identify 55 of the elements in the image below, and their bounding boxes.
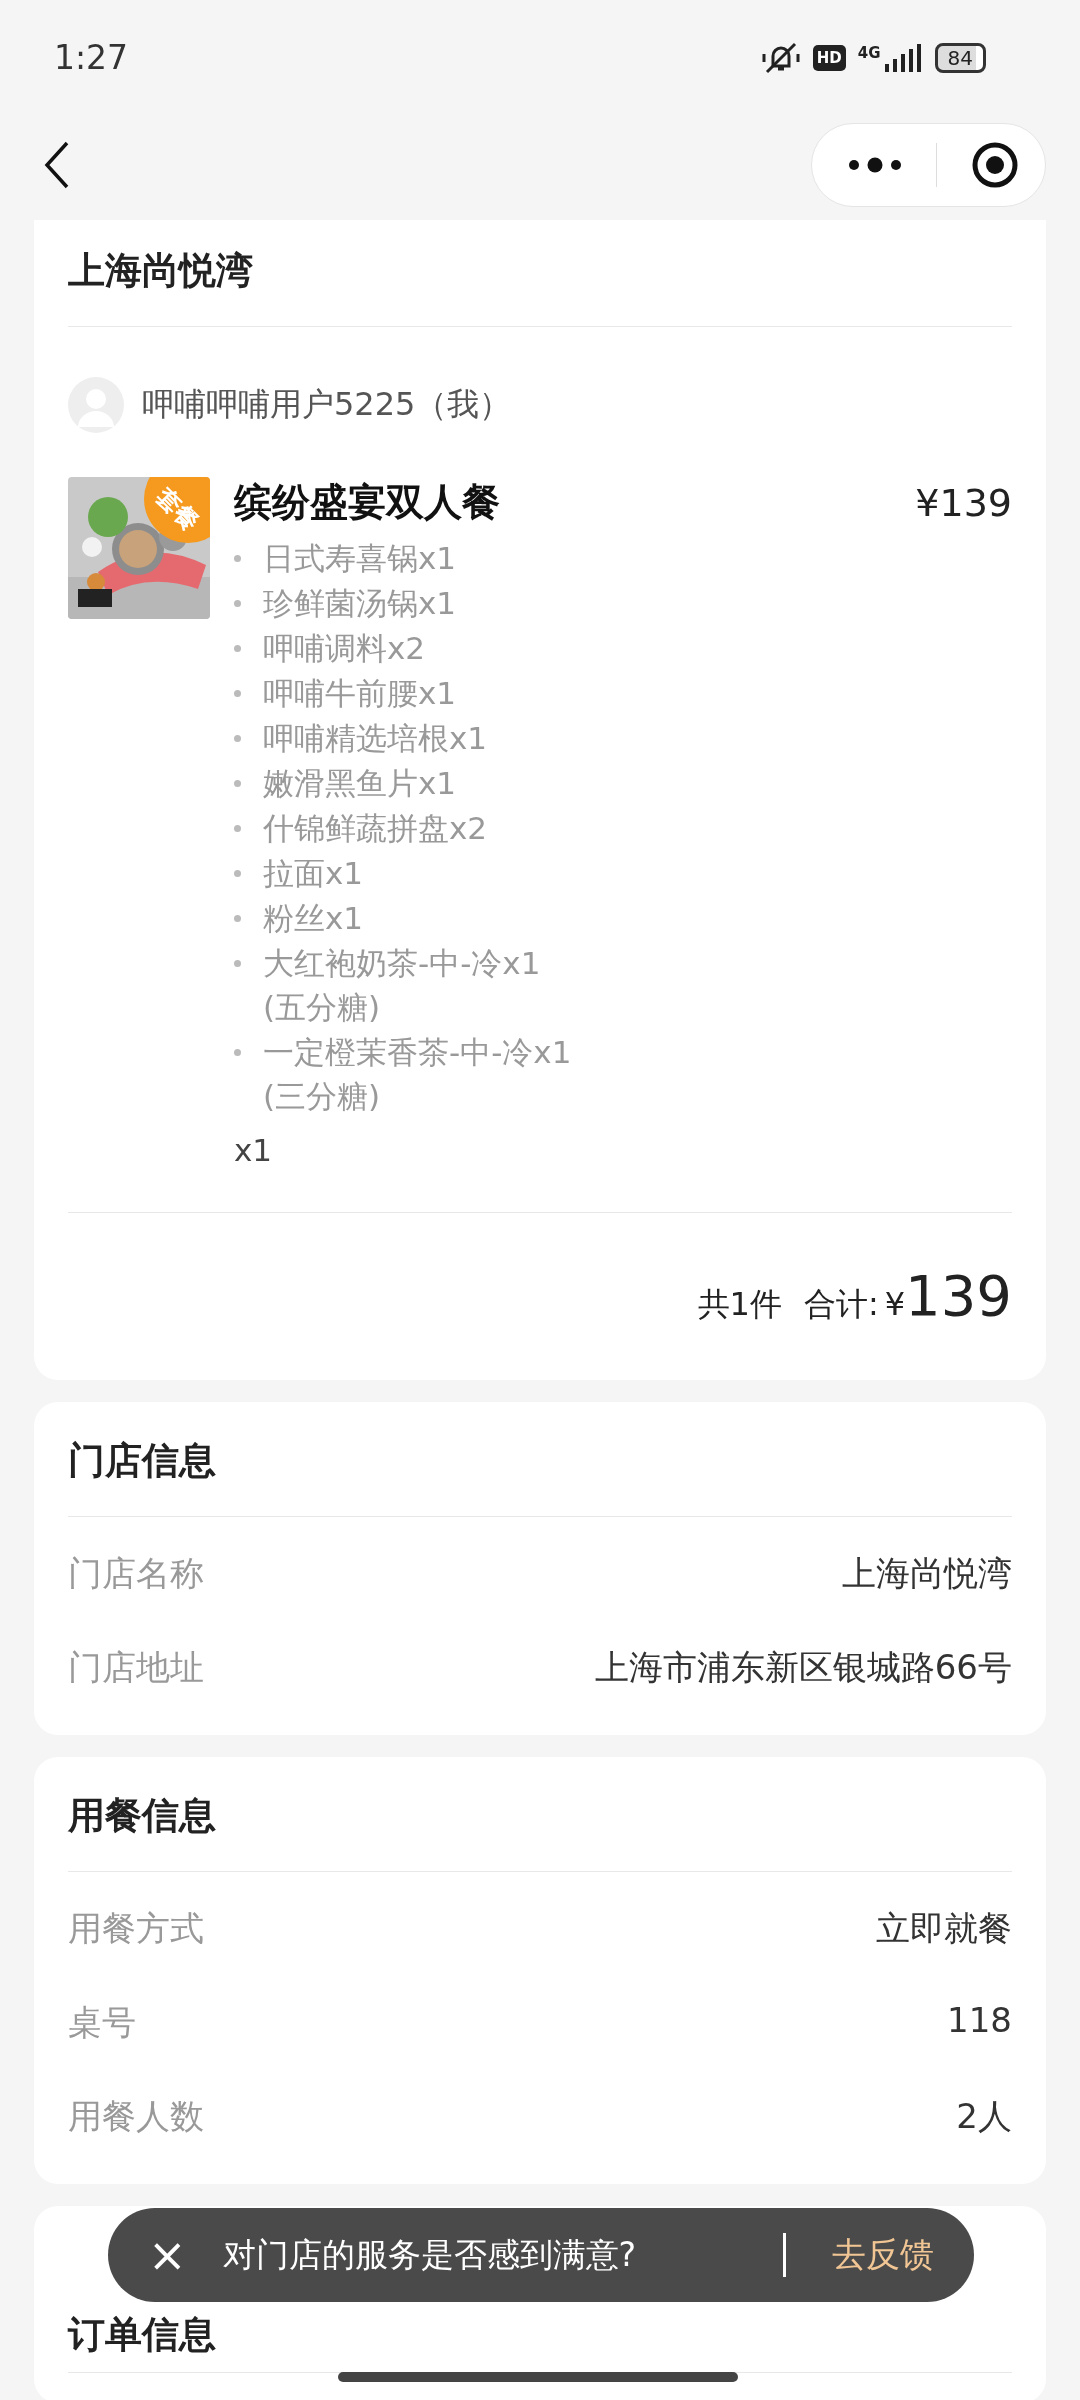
- bullet-icon: [234, 780, 241, 787]
- set-item: 珍鲜菌汤锅x1: [263, 584, 457, 623]
- bullet-icon: [234, 645, 241, 652]
- close-mini-program-icon[interactable]: [971, 141, 1019, 189]
- info-label: 门店地址: [68, 1646, 204, 1689]
- info-label: 门店名称: [68, 1552, 204, 1595]
- info-label: 用餐方式: [68, 1907, 204, 1950]
- close-button[interactable]: ×: [148, 2232, 187, 2278]
- bullet-icon: [234, 600, 241, 607]
- feedback-link[interactable]: 去反馈: [832, 2232, 934, 2278]
- bullet-icon: [234, 555, 241, 562]
- currency-symbol: ¥: [884, 1285, 906, 1323]
- info-label: 桌号: [68, 2001, 136, 2044]
- set-item: 日式寿喜锅x1: [263, 539, 457, 578]
- set-item: 一定橙茉香茶-中-冷x1 (三分糖): [263, 1033, 572, 1116]
- set-item: 呷哺精选培根x1: [263, 719, 488, 758]
- info-value: 上海市浦东新区银城路66号: [594, 1646, 1012, 1689]
- status-time: 1:27: [54, 38, 129, 77]
- set-item: 嫩滑黑鱼片x1: [263, 764, 457, 803]
- bullet-icon: [234, 690, 241, 697]
- product-name: 缤纷盛宴双人餐: [234, 479, 500, 526]
- set-item: 呷哺调料x2: [263, 629, 426, 668]
- set-item: 什锦鲜蔬拼盘x2: [263, 809, 488, 848]
- store-title: 上海尚悦湾: [68, 248, 254, 294]
- user-name: 呷哺呷哺用户5225（我）: [142, 384, 512, 425]
- section-title: 用餐信息: [68, 1793, 217, 1839]
- info-value: 2人: [956, 2095, 1012, 2138]
- bullet-icon: [234, 825, 241, 832]
- bullet-icon: [234, 735, 241, 742]
- section-title: 订单信息: [68, 2312, 216, 2358]
- battery-indicator: 84: [934, 42, 986, 73]
- set-item: 粉丝x1: [263, 899, 364, 938]
- set-item: 拉面x1: [263, 854, 364, 893]
- bullet-icon: [234, 960, 241, 967]
- section-title: 门店信息: [68, 1438, 217, 1484]
- item-count: 共1件: [697, 1284, 782, 1325]
- total-amount: 139: [905, 1263, 1012, 1328]
- bullet-icon: [234, 915, 241, 922]
- signal-icon: [882, 43, 923, 72]
- bullet-icon: [234, 1049, 241, 1056]
- product-quantity: x1: [234, 1132, 274, 1168]
- set-item: 大红袍奶茶-中-冷x1 (五分糖): [263, 944, 541, 1027]
- info-label: 用餐人数: [68, 2095, 204, 2138]
- total-label: 合计:: [803, 1284, 879, 1325]
- feedback-question: 对门店的服务是否感到满意?: [222, 2233, 638, 2276]
- back-icon[interactable]: [44, 141, 70, 189]
- set-item: 呷哺牛前腰x1: [263, 674, 457, 713]
- product-price: ¥139: [915, 480, 1012, 525]
- bullet-icon: [234, 870, 241, 877]
- more-icon[interactable]: [848, 157, 902, 173]
- info-value: 上海尚悦湾: [842, 1552, 1012, 1595]
- info-value: 118: [947, 2000, 1012, 2042]
- info-value: 立即就餐: [876, 1907, 1012, 1950]
- hd-badge: HD: [812, 44, 846, 71]
- network-label: 4G: [857, 43, 881, 62]
